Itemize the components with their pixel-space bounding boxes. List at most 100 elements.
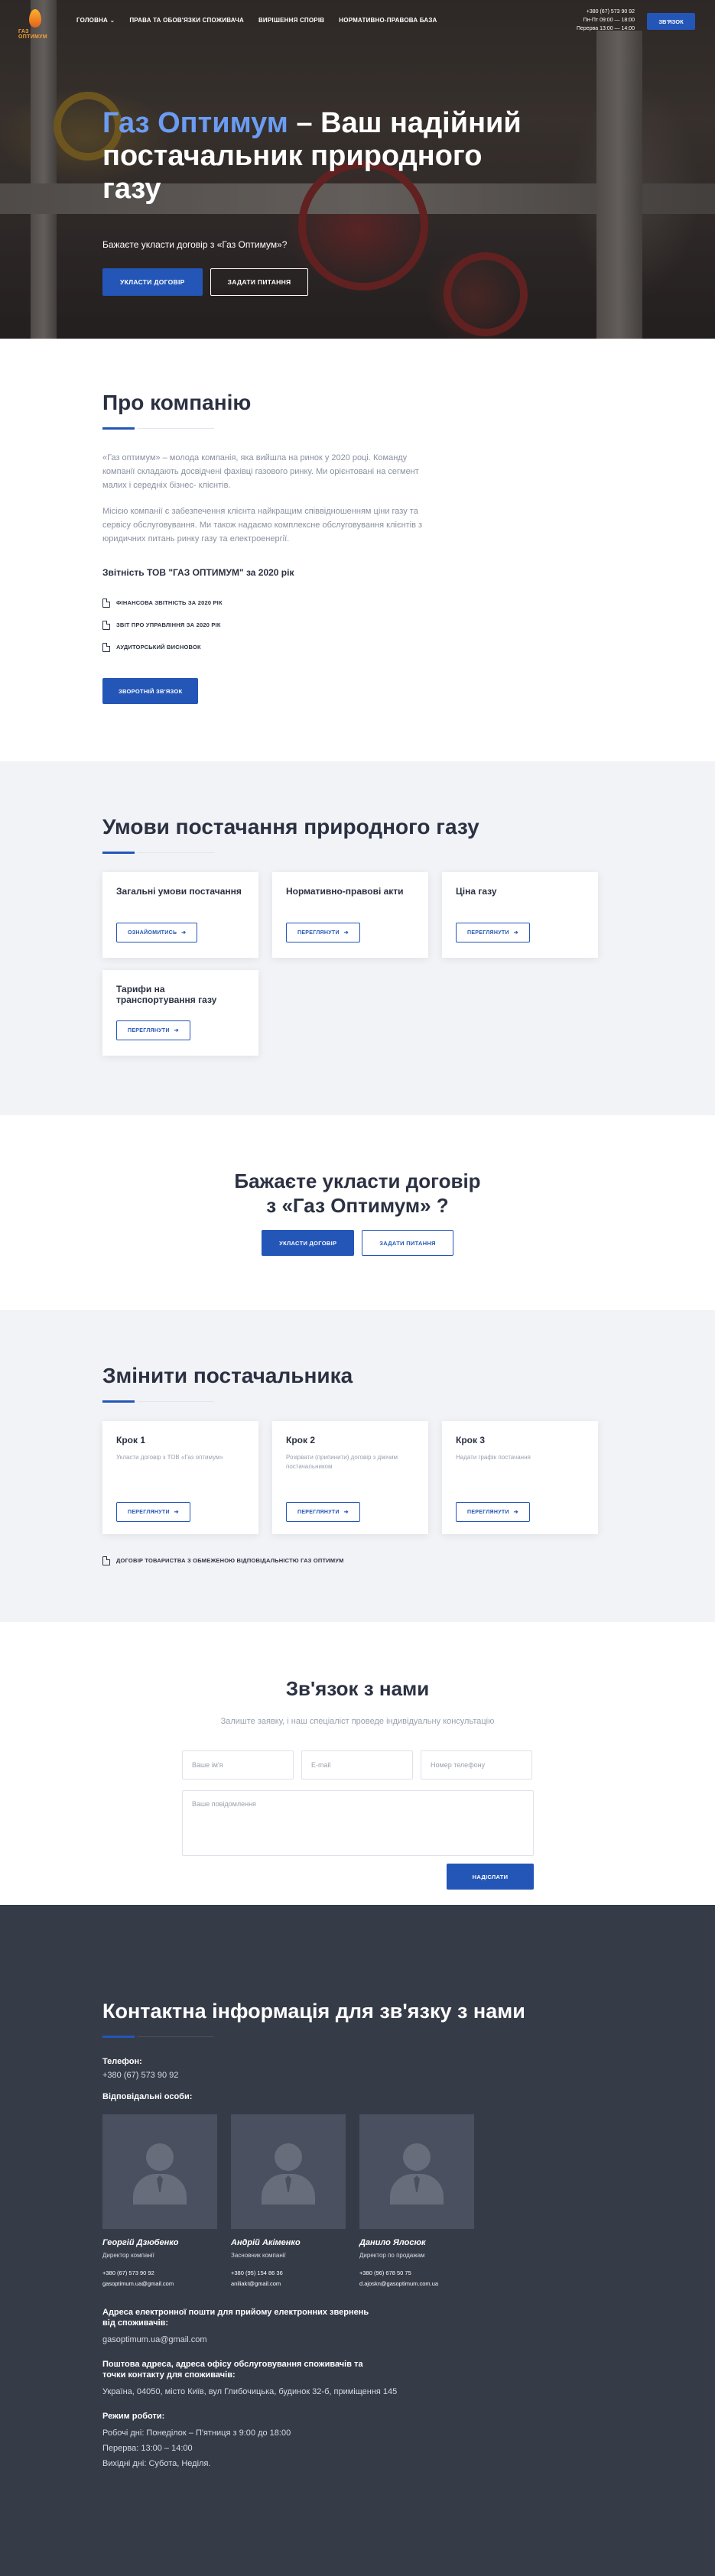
doc-link[interactable]: АУДИТОРСЬКИЙ ВИСНОВОК — [102, 636, 439, 658]
person-phone[interactable]: +380 (67) 573 90 92 — [102, 2269, 217, 2276]
card-button[interactable]: ПЕРЕГЛЯНУТИ ➔ — [286, 923, 360, 942]
section-title: Змінити постачальника — [102, 1364, 353, 1387]
card-button-label: ОЗНАЙОМИТИСЬ — [128, 930, 177, 936]
menu-item-legal-base[interactable]: НОРМАТИВНО-ПРАВОВА БАЗА — [339, 17, 437, 24]
flame-icon — [29, 9, 41, 28]
step-text: Розірвати (припинити) договір з діючим п… — [286, 1454, 398, 1470]
hero-content: Газ Оптимум – Ваш надійний постачальник … — [102, 107, 531, 296]
person-role: Директор по продажам — [359, 2252, 425, 2259]
footer-contacts: Контактна інформація для зв'язку з нами … — [0, 1905, 715, 2576]
step-title: Крок 1 — [116, 1435, 145, 1445]
step-button[interactable]: ПЕРЕГЛЯНУТИ ➔ — [456, 1502, 530, 1522]
hero-pipe — [596, 31, 642, 339]
person-card: Андрій Акіменко Засновник компанії +380 … — [231, 2114, 346, 2287]
contract-doc-link[interactable]: ДОГОВІР ТОВАРИСТВА З ОБМЕЖЕНОЮ ВІДПОВІДА… — [102, 1549, 615, 1572]
header-break: Перерва 13:00 — 14:00 — [576, 26, 635, 31]
avatar — [231, 2114, 346, 2229]
hero-pipe — [31, 0, 57, 339]
step-card: Крок 2 Розірвати (припинити) договір з д… — [272, 1421, 428, 1534]
document-icon — [102, 598, 110, 608]
submit-button[interactable]: НАДІСЛАТИ — [447, 1864, 534, 1890]
person-email[interactable]: aniliakI@gmail.com — [231, 2280, 346, 2287]
contact-form: Ваше ім'я E-mail Номер телефону Ваше пов… — [182, 1750, 534, 1890]
persons-list: Георгій Дзюбенко Директор компанії +380 … — [102, 2114, 615, 2287]
card-button-label: ПЕРЕГЛЯНУТИ — [128, 1028, 170, 1033]
document-icon — [102, 1556, 110, 1565]
document-icon — [102, 642, 110, 652]
header-hours: Пн-Пт 09:00 — 18:00 — [583, 18, 635, 23]
logo[interactable]: ГАЗ ОПТИМУМ — [18, 8, 58, 40]
card-button[interactable]: ОЗНАЙОМИТИСЬ ➔ — [116, 923, 198, 942]
menu-item-consumer-rights[interactable]: ПРАВА ТА ОБОВ'ЯЗКИ СПОЖИВАЧА — [129, 17, 244, 24]
doc-link-label: ЗВІТ ПРО УПРАВЛІННЯ ЗА 2020 РІК — [116, 621, 221, 628]
cta-section: Бажаєте укласти договір з «Газ Оптимум» … — [0, 1115, 715, 1310]
footer-address: Україна, 04050, місто Київ, вул Глибочиц… — [102, 2387, 398, 2396]
step-button-label: ПЕРЕГЛЯНУТИ — [297, 1510, 340, 1515]
cta-title-line: Бажаєте укласти договір — [234, 1170, 481, 1192]
address-label: Поштова адреса, адреса офісу обслуговува… — [102, 2360, 363, 2380]
persons-label: Відповідальні особи: — [102, 2092, 193, 2101]
person-phone[interactable]: +380 (95) 154 86 36 — [231, 2269, 346, 2276]
person-name: Андрій Акіменко — [231, 2238, 301, 2247]
message-textarea[interactable]: Ваше повідомлення — [182, 1790, 534, 1856]
step-text: Надати графік постачання — [456, 1454, 531, 1461]
person-role: Засновник компанії — [231, 2252, 286, 2259]
step-card: Крок 3 Надати графік постачання ПЕРЕГЛЯН… — [442, 1421, 598, 1534]
person-phone[interactable]: +380 (96) 678 50 75 — [359, 2269, 474, 2276]
section-title: Умови постачання природного газу — [102, 815, 479, 839]
footer-phone[interactable]: +380 (67) 573 90 92 — [102, 2068, 615, 2082]
arrow-right-icon: ➔ — [343, 930, 349, 936]
section-title: Про компанію — [102, 391, 252, 414]
contact-button[interactable]: ЗВ'ЯЗОК — [647, 13, 695, 30]
doc-link-label: АУДИТОРСЬКИЙ ВИСНОВОК — [116, 644, 201, 650]
hours-label: Режим роботи: — [102, 2412, 165, 2421]
card-title: Ціна газу — [456, 886, 497, 897]
arrow-right-icon: ➔ — [181, 930, 187, 936]
about-paragraph: Місією компанії є забезпечення клієнта н… — [102, 507, 423, 543]
step-button[interactable]: ПЕРЕГЛЯНУТИ ➔ — [286, 1502, 360, 1522]
about-section: Про компанію «Газ оптимум» – молода комп… — [0, 339, 715, 761]
menu-item-home[interactable]: ГОЛОВНА ⌄ — [76, 17, 115, 24]
arrow-right-icon: ➔ — [513, 1510, 518, 1515]
sign-contract-button[interactable]: УКЛАСТИ ДОГОВІР — [102, 268, 203, 296]
ask-question-button[interactable]: ЗАДАТИ ПИТАННЯ — [210, 268, 309, 296]
person-email[interactable]: d.ajoskn@gasoptimum.com.ua — [359, 2280, 474, 2287]
step-text: Укласти договір з ТОВ «Газ оптимум» — [116, 1454, 223, 1461]
step-card: Крок 1 Укласти договір з ТОВ «Газ оптиму… — [102, 1421, 258, 1534]
title-underline — [102, 1400, 214, 1403]
phone-input[interactable]: Номер телефону — [421, 1750, 532, 1780]
person-role: Директор компанії — [102, 2252, 154, 2259]
terms-card: Ціна газу ПЕРЕГЛЯНУТИ ➔ — [442, 872, 598, 958]
title-underline — [102, 2036, 214, 2038]
ask-question-button[interactable]: ЗАДАТИ ПИТАННЯ — [362, 1230, 453, 1256]
name-input[interactable]: Ваше ім'я — [182, 1750, 294, 1780]
step-button[interactable]: ПЕРЕГЛЯНУТИ ➔ — [116, 1502, 190, 1522]
main-menu: ГОЛОВНА ⌄ ПРАВА ТА ОБОВ'ЯЗКИ СПОЖИВАЧА В… — [76, 17, 437, 24]
card-title: Загальні умови постачання — [116, 886, 242, 897]
doc-link[interactable]: ФІНАНСОВА ЗВІТНІСТЬ ЗА 2020 РІК — [102, 592, 439, 614]
footer-title: Контактна інформація для зв'язку з нами — [102, 2000, 525, 2023]
footer-email[interactable]: gasoptimum.ua@gmail.com — [102, 2333, 615, 2347]
menu-item-disputes[interactable]: ВИРІШЕННЯ СПОРІВ — [258, 17, 324, 24]
phone-label: Телефон: — [102, 2057, 142, 2066]
person-email[interactable]: gasoptimum.ua@gmail.com — [102, 2280, 217, 2287]
step-button-label: ПЕРЕГЛЯНУТИ — [128, 1510, 170, 1515]
arrow-right-icon: ➔ — [513, 930, 518, 936]
header-contacts: +380 (67) 573 90 92 Пн-Пт 09:00 — 18:00 … — [560, 8, 635, 33]
card-title: Тарифи на транспортування газу — [116, 984, 217, 1005]
person-name: Георгій Дзюбенко — [102, 2238, 179, 2247]
doc-link[interactable]: ЗВІТ ПРО УПРАВЛІННЯ ЗА 2020 РІК — [102, 614, 439, 636]
footer-weekend: Вихідні дні: Субота, Неділя. — [102, 2459, 211, 2468]
terms-card: Загальні умови постачання ОЗНАЙОМИТИСЬ ➔ — [102, 872, 258, 958]
sign-contract-button[interactable]: УКЛАСТИ ДОГОВІР — [262, 1230, 355, 1256]
person-card: Георгій Дзюбенко Директор компанії +380 … — [102, 2114, 217, 2287]
header-phone[interactable]: +380 (67) 573 90 92 — [560, 8, 635, 16]
hero-subtitle: Бажаєте укласти договір з «Газ Оптимум»? — [102, 239, 288, 250]
feedback-button[interactable]: ЗВОРОТНІЙ ЗВ'ЯЗОК — [102, 678, 199, 704]
card-button[interactable]: ПЕРЕГЛЯНУТИ ➔ — [116, 1020, 190, 1040]
change-supplier-section: Змінити постачальника Крок 1 Укласти дог… — [0, 1310, 715, 1622]
email-input[interactable]: E-mail — [301, 1750, 413, 1780]
person-card: Данило Ялосюк Директор по продажам +380 … — [359, 2114, 474, 2287]
card-button[interactable]: ПЕРЕГЛЯНУТИ ➔ — [456, 923, 530, 942]
hero-section: ГАЗ ОПТИМУМ ГОЛОВНА ⌄ ПРАВА ТА ОБОВ'ЯЗКИ… — [0, 0, 715, 339]
